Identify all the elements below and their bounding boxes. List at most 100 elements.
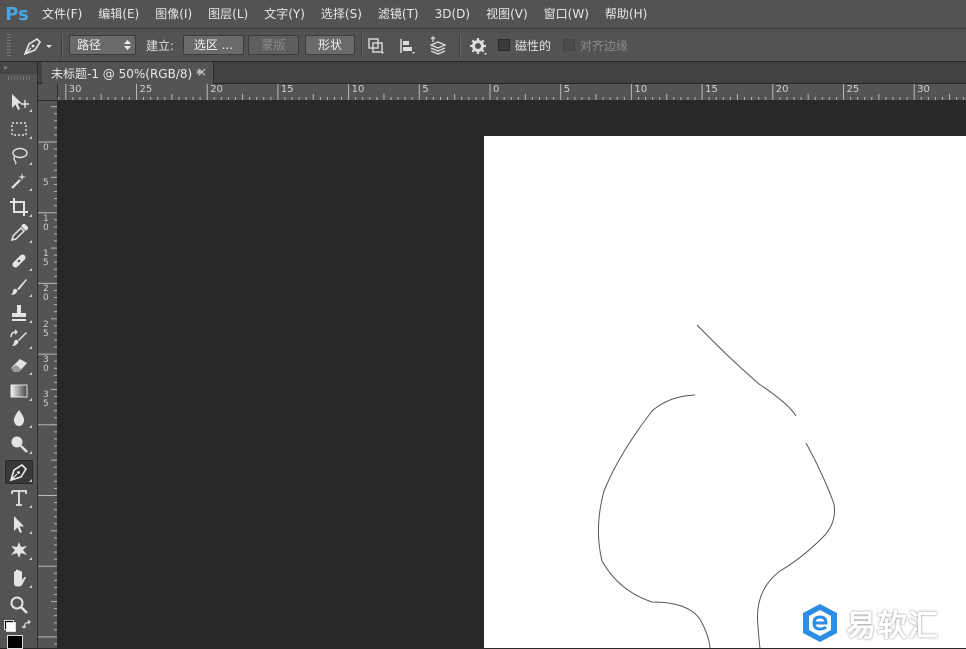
menu-file[interactable]: 文件(F) [34, 0, 90, 28]
menu-image[interactable]: 图像(I) [147, 0, 200, 28]
tools-grip[interactable] [8, 76, 30, 80]
ruler-label: 20 [210, 84, 223, 95]
tool-pen[interactable] [5, 460, 33, 484]
close-icon[interactable]: × [197, 65, 207, 79]
path-segment-left [597, 394, 711, 648]
eraser-icon [11, 359, 27, 372]
crop-icon [10, 198, 28, 216]
menu-help[interactable]: 帮助(H) [597, 0, 655, 28]
tool-lasso[interactable] [5, 143, 33, 167]
gear-icon [470, 38, 487, 55]
menu-edit[interactable]: 编辑(E) [90, 0, 147, 28]
menu-bar: Ps 文件(F) 编辑(E) 图像(I) 图层(L) 文字(Y) 选择(S) 滤… [0, 0, 966, 28]
selection-button[interactable]: 选区 ... [183, 35, 244, 55]
mask-button[interactable]: 蒙版 [248, 35, 299, 55]
ruler-label: 10 [351, 84, 365, 95]
custom-shape-icon [11, 542, 27, 558]
menu-view[interactable]: 视图(V) [478, 0, 536, 28]
tool-magic-wand[interactable] [5, 169, 33, 193]
document-tab[interactable]: 未标题-1 @ 50%(RGB/8) * × [42, 62, 214, 84]
ruler-label: 25 [846, 84, 860, 95]
menu-layer[interactable]: 图层(L) [200, 0, 256, 28]
make-label: 建立: [146, 39, 175, 53]
type-icon [11, 490, 27, 506]
tool-custom-shape[interactable] [5, 538, 33, 562]
ruler-label: 10 [43, 213, 49, 233]
ruler-label: 0 [493, 84, 500, 95]
ruler-origin[interactable] [38, 84, 58, 101]
magnetic-checkbox[interactable] [498, 39, 510, 51]
align-edges-checkbox[interactable] [563, 39, 575, 51]
drawn-path [597, 324, 835, 648]
tool-preset-picker[interactable] [20, 35, 56, 57]
photoshop-logo-icon: Ps [5, 3, 29, 25]
menu-type[interactable]: 文字(Y) [256, 0, 313, 28]
watermark-text: 易软汇 [846, 609, 939, 644]
ruler-label: 10 [634, 84, 648, 95]
menu-select[interactable]: 选择(S) [313, 0, 370, 28]
swap-colors-icon[interactable] [22, 620, 32, 630]
pen-icon [9, 463, 28, 482]
menu-3d[interactable]: 3D(D) [427, 0, 478, 28]
tool-move[interactable] [5, 90, 33, 114]
document-tab-bar: 未标题-1 @ 50%(RGB/8) * × [38, 62, 966, 84]
tool-gradient[interactable] [5, 379, 33, 403]
path-alignment-button[interactable] [396, 35, 418, 57]
tool-crop[interactable] [5, 195, 33, 219]
menu-filter[interactable]: 滤镜(T) [370, 0, 427, 28]
tool-hand[interactable] [5, 566, 33, 590]
tool-healing-brush[interactable] [5, 249, 33, 273]
separator [459, 34, 460, 58]
tool-path-selection[interactable] [5, 512, 33, 536]
tool-blur[interactable] [5, 406, 33, 430]
tool-clone-stamp[interactable] [5, 301, 33, 325]
brush-icon [11, 279, 27, 295]
horizontal-ruler[interactable]: 30 25 20 15 10 5 0 5 10 15 20 25 30 [58, 84, 966, 101]
settings-button[interactable] [467, 35, 489, 57]
tool-eyedropper[interactable] [5, 221, 33, 245]
ruler-label: 30 [43, 355, 49, 375]
menu-window[interactable]: 窗口(W) [536, 0, 597, 28]
path-alignment-icon [400, 39, 415, 54]
tool-eraser[interactable] [5, 353, 33, 377]
options-grip[interactable] [7, 34, 11, 56]
shape-button[interactable]: 形状 [305, 35, 355, 55]
default-colors-icon [6, 622, 16, 632]
mode-select-value: 路径 [77, 38, 102, 52]
ruler-label: 0 [43, 143, 49, 153]
tool-type[interactable] [5, 486, 33, 510]
ruler-label: 20 [775, 84, 789, 95]
document-tab-title: 未标题-1 @ 50%(RGB/8) * [51, 66, 202, 81]
ruler-label: 5 [422, 84, 429, 95]
ruler-label: 5 [43, 178, 49, 189]
ruler-label: 25 [139, 84, 153, 95]
mode-select[interactable]: 路径 [69, 35, 136, 55]
ruler-label: 5 [563, 84, 571, 95]
path-arrangement-button[interactable] [427, 35, 449, 57]
ruler-label: 35 [43, 390, 49, 410]
ruler-label: 15 [280, 84, 294, 95]
watermark: 易软汇 [800, 600, 966, 646]
ruler-label: 15 [43, 249, 49, 269]
tools-panel: » [0, 62, 38, 649]
tools-panel-collapse[interactable]: » [0, 62, 37, 74]
tool-marquee[interactable] [5, 117, 33, 141]
pen-icon [23, 37, 52, 56]
path-operations-button[interactable] [365, 35, 387, 57]
dodge-icon [11, 436, 28, 453]
tool-zoom[interactable] [5, 593, 33, 617]
tool-dodge[interactable] [5, 432, 33, 456]
tool-history-brush[interactable] [5, 327, 33, 351]
document-canvas[interactable] [484, 136, 966, 648]
ruler-label: 20 [43, 284, 49, 304]
foreground-color[interactable] [7, 635, 23, 649]
color-swatches[interactable] [4, 620, 34, 649]
gradient-icon [10, 384, 28, 398]
tool-brush[interactable] [5, 275, 33, 299]
hand-icon [14, 569, 26, 587]
healing-brush-icon [12, 254, 26, 268]
vertical-ruler[interactable]: 0 5 10 15 20 25 30 35 [38, 101, 58, 648]
magnetic-label: 磁性的 [515, 39, 552, 53]
ruler-label: 30 [917, 84, 930, 95]
canvas-pasteboard[interactable] [58, 101, 966, 648]
